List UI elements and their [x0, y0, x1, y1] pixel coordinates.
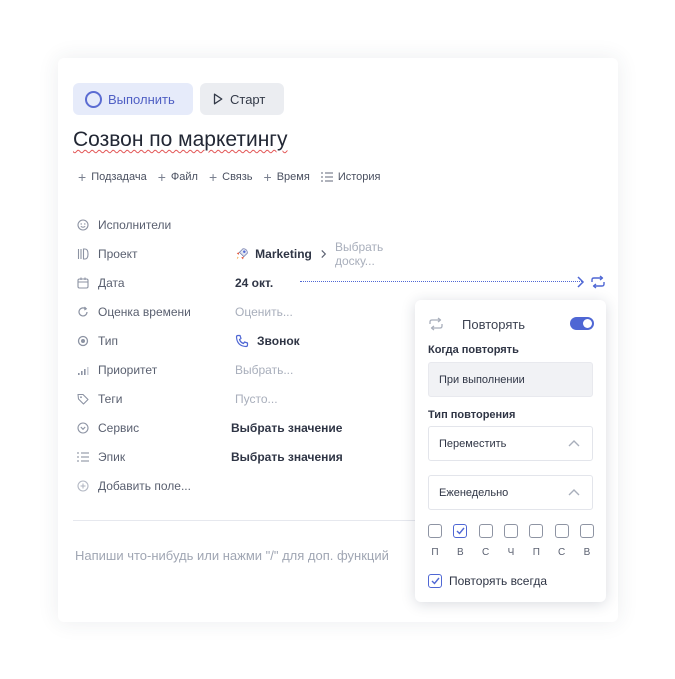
checkbox[interactable] [579, 524, 594, 538]
weekday-3[interactable]: Ч [503, 524, 518, 558]
property-label: Оценка времени [98, 305, 191, 319]
property-estimate: Оценка времени Оценить... [76, 302, 416, 322]
history-button[interactable]: История [320, 170, 380, 184]
weekday-1[interactable]: В [453, 524, 468, 558]
repeat-popup: Повторять Когда повторять При выполнении… [415, 300, 606, 602]
checkbox[interactable] [428, 524, 442, 538]
add-field-button[interactable]: Добавить поле... [76, 476, 416, 496]
plus-circle-icon [76, 479, 90, 493]
complete-button-label: Выполнить [108, 91, 175, 107]
add-subtask-button[interactable]: + Подзадача [78, 170, 147, 184]
checkbox[interactable] [529, 524, 544, 538]
add-field-label: Добавить поле... [98, 479, 191, 493]
property-label: Эпик [98, 450, 126, 464]
weekday-5[interactable]: С [554, 524, 569, 558]
calendar-icon [76, 276, 90, 290]
property-label: Исполнители [98, 218, 172, 232]
task-title[interactable]: Созвон по маркетингу [73, 128, 287, 152]
board-placeholder[interactable]: Выбрать доску... [335, 240, 416, 268]
start-button[interactable]: Старт [200, 83, 284, 115]
plus-icon: + [157, 169, 166, 185]
list-icon [320, 172, 333, 182]
start-button-label: Старт [230, 91, 266, 107]
property-label: Сервис [98, 421, 140, 435]
type-label: Тип повторения [428, 409, 516, 421]
dropdown-circle-icon [76, 421, 90, 435]
property-epic: Эпик Выбрать значения [76, 447, 416, 467]
signal-bars-icon [76, 363, 90, 377]
refresh-icon [76, 305, 90, 319]
plus-icon: + [208, 169, 218, 185]
epic-value[interactable]: Выбрать значения [231, 450, 343, 464]
property-tags: Теги Пусто... [76, 389, 416, 409]
when-field[interactable]: При выполнении [428, 362, 593, 397]
tags-value[interactable]: Пусто... [235, 392, 278, 406]
weekday-picker: П В С Ч П С В [428, 524, 594, 558]
editor-placeholder[interactable]: Напиши что-нибудь или нажми "/" для доп.… [75, 548, 389, 563]
repeat-toggle-icon[interactable] [590, 275, 606, 289]
type-icon [76, 334, 90, 348]
priority-value[interactable]: Выбрать... [235, 363, 293, 377]
frequency-select[interactable]: Еженедельно [428, 475, 593, 510]
property-priority: Приоритет Выбрать... [76, 360, 416, 380]
property-assignees[interactable]: Исполнители [76, 215, 416, 235]
property-date: Дата 24 окт. [76, 273, 416, 293]
smile-icon [76, 218, 90, 232]
repeat-header: Повторять [428, 315, 594, 333]
checkmark-icon [431, 577, 440, 585]
property-type: Тип Звонок [76, 331, 416, 351]
property-label: Тип [98, 334, 119, 348]
checkbox-checked[interactable] [453, 524, 468, 538]
checkbox[interactable] [503, 524, 518, 538]
repeat-always-option[interactable]: Повторять всегда [428, 574, 547, 588]
add-link-button[interactable]: + Связь [209, 170, 253, 184]
rocket-icon [236, 248, 248, 260]
estimate-value[interactable]: Оценить... [235, 305, 293, 319]
repeat-icon [429, 317, 443, 331]
repeat-type-select[interactable]: Переместить [428, 426, 593, 461]
property-label: Дата [98, 276, 125, 290]
action-bar: + Подзадача + Файл + Связь + Время История [78, 170, 391, 184]
circle-icon [85, 90, 102, 108]
property-project: Проект Marketing Выбрать доску... [76, 240, 416, 268]
repeat-title: Повторять [462, 316, 526, 332]
checkbox[interactable] [554, 524, 569, 538]
checkbox-checked[interactable] [428, 574, 442, 588]
arrow-right-icon [577, 276, 585, 288]
service-value[interactable]: Выбрать значение [231, 421, 342, 435]
property-service: Сервис Выбрать значение [76, 418, 416, 438]
property-label: Проект [98, 247, 138, 261]
weekday-6[interactable]: В [579, 524, 594, 558]
chevron-up-icon [568, 440, 580, 447]
weekday-2[interactable]: С [478, 524, 493, 558]
list-icon [76, 450, 90, 464]
project-icon [76, 247, 90, 261]
weekday-4[interactable]: П [529, 524, 544, 558]
checkbox[interactable] [478, 524, 493, 538]
chevron-up-icon [568, 489, 580, 496]
type-value[interactable]: Звонок [235, 334, 300, 348]
project-value[interactable]: Marketing Выбрать доску... [235, 240, 416, 268]
repeat-always-label: Повторять всегда [449, 574, 547, 588]
tag-icon [76, 392, 90, 406]
checkmark-icon [456, 527, 465, 535]
chevron-right-icon [321, 250, 326, 258]
plus-icon: + [78, 169, 87, 185]
add-file-button[interactable]: + Файл [158, 170, 198, 184]
weekday-0[interactable]: П [428, 524, 442, 558]
property-label: Приоритет [98, 363, 158, 377]
phone-icon [235, 334, 249, 348]
add-time-button[interactable]: + Время [264, 170, 310, 184]
repeat-toggle[interactable] [570, 317, 594, 330]
when-label: Когда повторять [428, 344, 519, 356]
complete-button[interactable]: Выполнить [73, 83, 193, 115]
date-range-line [300, 281, 582, 282]
play-icon [213, 93, 223, 105]
date-value[interactable]: 24 окт. [235, 276, 273, 290]
plus-icon: + [263, 169, 272, 185]
property-label: Теги [98, 392, 123, 406]
